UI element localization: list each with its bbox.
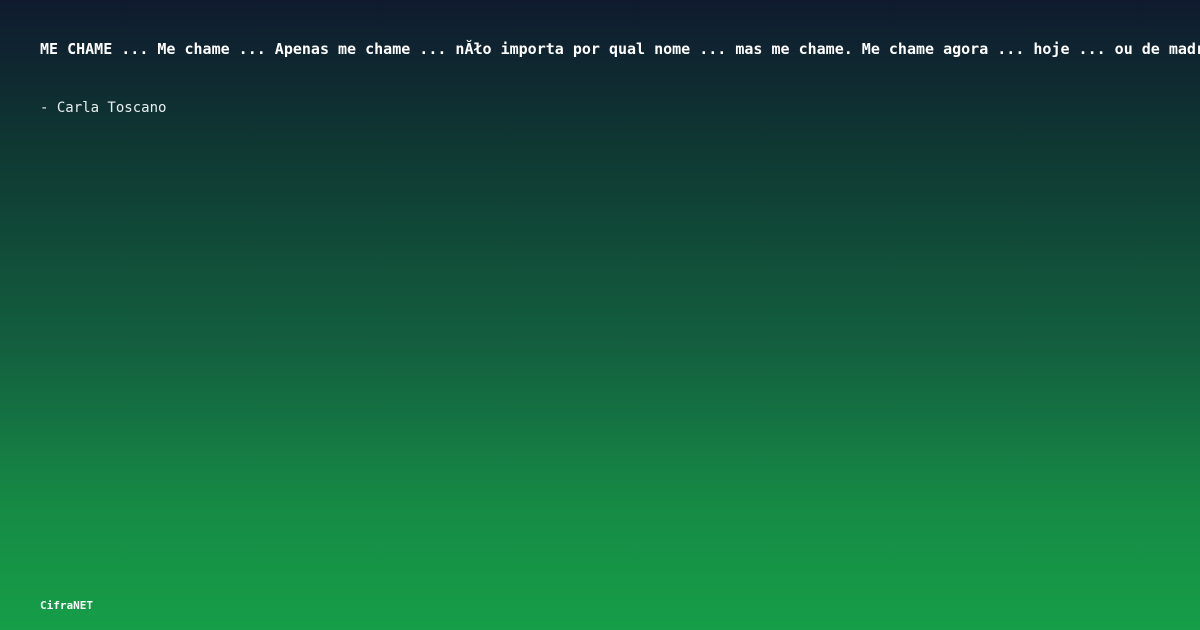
quote-author: - Carla Toscano bbox=[40, 100, 167, 116]
quote-text: ME CHAME ... Me chame ... Apenas me cham… bbox=[40, 40, 1200, 58]
brand-logo-text: CifraNET bbox=[40, 599, 93, 612]
